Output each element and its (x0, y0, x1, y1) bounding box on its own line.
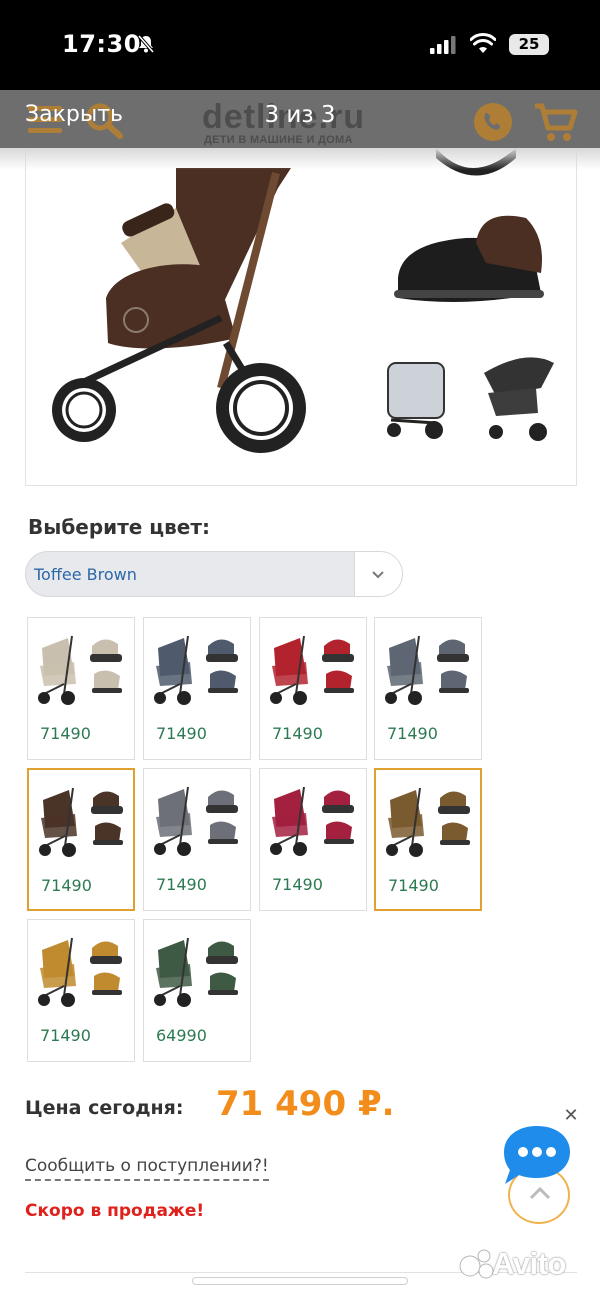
product-image[interactable] (25, 148, 577, 486)
stroller-rain-cover (387, 362, 445, 439)
swatch-price: 71490 (156, 724, 207, 743)
status-time: 17:30 (62, 30, 141, 58)
swatch-price: 71490 (40, 724, 91, 743)
swatch-price: 71490 (156, 875, 207, 894)
image-counter: 3 из 3 (264, 102, 336, 128)
swatch-price: 71490 (387, 724, 438, 743)
stroller-thumbnail (386, 787, 470, 857)
color-swatch[interactable]: 71490 (374, 768, 482, 911)
header-shadow (0, 148, 600, 170)
home-indicator[interactable] (192, 1277, 408, 1285)
viewer-header: detline.ru ДЕТИ В МАШИНЕ И ДОМА Закрыть … (0, 90, 600, 148)
stroller-thumbnail (270, 635, 354, 705)
battery-icon: 25 (509, 34, 549, 55)
status-bar: 17:30 25 (0, 0, 600, 90)
availability-status: Скоро в продаже! (25, 1201, 205, 1221)
color-swatch[interactable]: 71490 (143, 617, 251, 760)
swatch-price: 71490 (388, 876, 439, 895)
stroller-thumbnail (270, 786, 354, 856)
color-swatch[interactable]: 71490 (374, 617, 482, 760)
chevron-down-icon (372, 571, 384, 579)
color-swatch[interactable]: 71490 (27, 617, 135, 760)
color-swatch[interactable]: 71490 (259, 768, 367, 911)
wifi-icon (470, 33, 496, 53)
color-swatch[interactable]: 71490 (27, 768, 135, 911)
avito-watermark: Avito (492, 1246, 566, 1281)
swatch-price: 71490 (272, 724, 323, 743)
color-swatch[interactable]: 71490 (143, 768, 251, 911)
color-swatch[interactable]: 64990 (143, 919, 251, 1062)
color-select-value: Toffee Brown (34, 565, 137, 584)
notify-availability-link[interactable]: Сообщить о поступлении?! (25, 1156, 269, 1181)
cellular-signal-icon (430, 36, 456, 54)
chat-icon[interactable] (502, 1124, 572, 1186)
swatch-price: 71490 (40, 1026, 91, 1045)
stroller-thumbnail (154, 786, 238, 856)
dropdown-toggle[interactable] (354, 552, 402, 596)
swatch-price: 64990 (156, 1026, 207, 1045)
site-tagline: ДЕТИ В МАШИНЕ И ДОМА (204, 134, 353, 146)
color-swatch[interactable]: 71490 (27, 919, 135, 1062)
swatch-price: 71490 (41, 876, 92, 895)
price-value: 71 490 ₽. (216, 1084, 395, 1124)
stroller-sun-canopy (484, 357, 554, 441)
stroller-thumbnail (154, 635, 238, 705)
chat-close-icon[interactable]: ✕ (560, 1105, 582, 1127)
price-label: Цена сегодня: (25, 1097, 184, 1119)
stroller-thumbnail (154, 937, 238, 1007)
stroller-thumbnail (38, 937, 122, 1007)
stroller-thumbnail (39, 787, 123, 857)
swatch-price: 71490 (272, 875, 323, 894)
carrycot (394, 215, 544, 302)
main-stroller (52, 168, 306, 453)
stroller-thumbnail (38, 635, 122, 705)
bell-muted-icon (137, 34, 155, 54)
color-select[interactable]: Toffee Brown (25, 551, 403, 597)
color-select-label: Выберите цвет: (28, 515, 210, 539)
stroller-thumbnail (385, 635, 469, 705)
color-swatch[interactable]: 71490 (259, 617, 367, 760)
chevron-up-icon (529, 1186, 551, 1200)
stroller-illustration (52, 148, 554, 453)
